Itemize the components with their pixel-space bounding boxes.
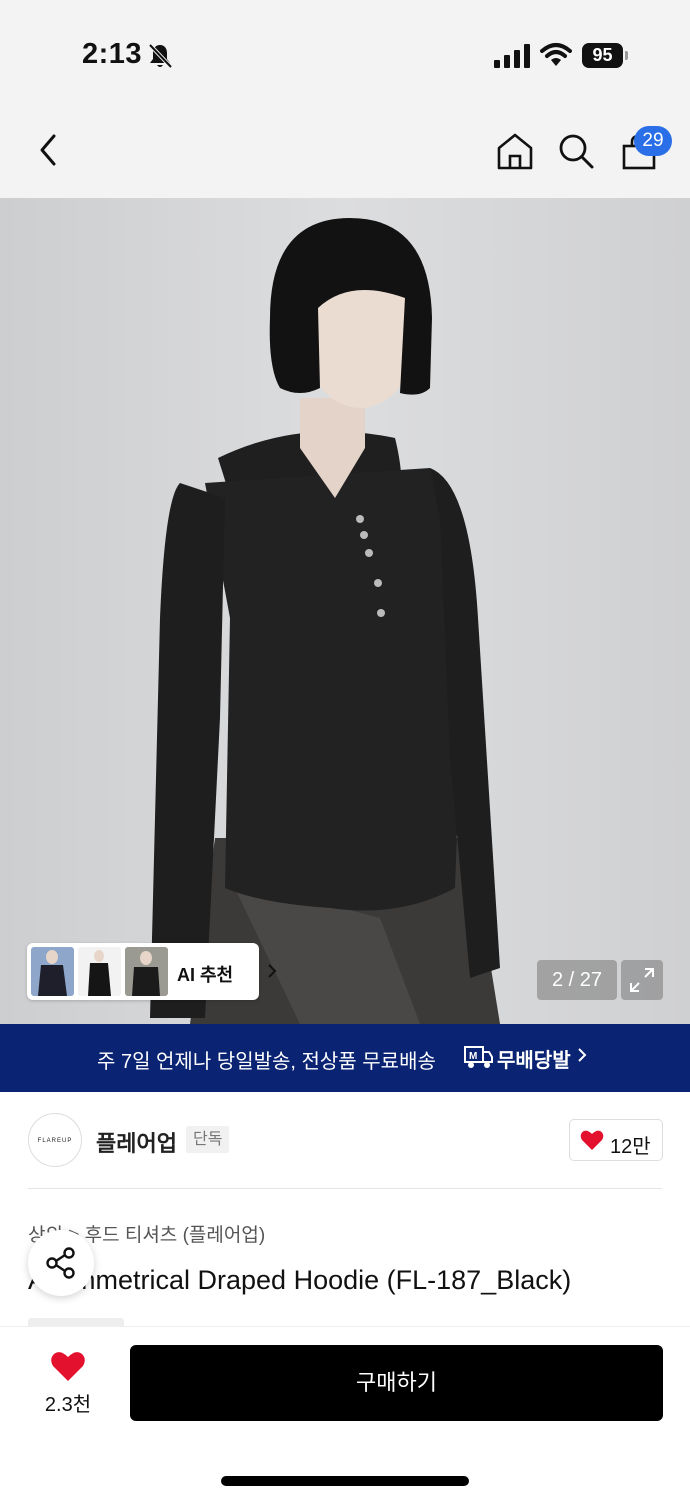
chevron-right-icon — [578, 1048, 587, 1062]
brand-logo[interactable]: FLAREUP — [28, 1113, 82, 1167]
battery-icon: 95 — [582, 43, 628, 68]
ai-thumbnail-3 — [125, 947, 168, 996]
top-nav-bar — [0, 100, 690, 198]
chevron-right-icon — [268, 964, 277, 978]
exclusive-badge: 단독 — [186, 1126, 230, 1153]
brand-name[interactable]: 플레어업 — [96, 1126, 177, 1158]
home-indicator — [221, 1476, 469, 1486]
expand-icon — [630, 968, 654, 992]
wishlist-count: 2.3천 — [44, 1394, 92, 1416]
home-icon[interactable] — [494, 130, 536, 172]
back-arrow-icon[interactable] — [30, 130, 66, 170]
brand-like-count: 12만 — [610, 1136, 651, 1158]
delivery-brand-label: 무배당발 — [497, 1050, 571, 1072]
delivery-banner[interactable]: 주 7일 언제나 당일발송, 전상품 무료배송 M 무배당발 — [0, 1024, 690, 1092]
share-button[interactable] — [28, 1230, 94, 1296]
status-time: 2:13 — [82, 38, 143, 70]
image-page-counter: 2 / 27 — [537, 960, 617, 1000]
ai-thumbnail-2 — [78, 947, 121, 996]
product-title: Asymmetrical Draped Hoodie (FL-187_Black… — [28, 1265, 572, 1295]
delivery-truck-icon: M — [464, 1046, 493, 1068]
delivery-banner-text: 주 7일 언제나 당일발송, 전상품 무료배송 — [97, 1051, 436, 1073]
brand-like-button[interactable]: 12만 — [569, 1119, 663, 1161]
cart-count-badge: 29 — [634, 126, 672, 156]
bell-muted-icon — [148, 43, 173, 69]
wifi-icon — [540, 43, 572, 66]
status-bar: 2:13 95 — [0, 0, 690, 100]
product-photo-model — [0, 198, 690, 1024]
battery-level: 95 — [582, 43, 623, 68]
share-icon — [46, 1247, 75, 1279]
ai-thumbnail-1 — [31, 947, 74, 996]
product-image[interactable] — [0, 198, 690, 1024]
ai-recommend-chip[interactable]: AI 추천 — [27, 943, 277, 1000]
battery-tip — [625, 51, 628, 60]
heart-icon[interactable] — [50, 1350, 86, 1382]
section-divider — [28, 1188, 662, 1189]
expand-image-button[interactable] — [621, 960, 663, 1000]
buy-button[interactable]: 구매하기 — [130, 1345, 663, 1421]
svg-text:M: M — [469, 1051, 477, 1062]
ai-recommend-label: AI 추천 — [177, 965, 234, 985]
search-icon[interactable] — [556, 130, 596, 172]
cellular-signal-icon — [494, 44, 530, 68]
heart-icon — [580, 1130, 604, 1150]
